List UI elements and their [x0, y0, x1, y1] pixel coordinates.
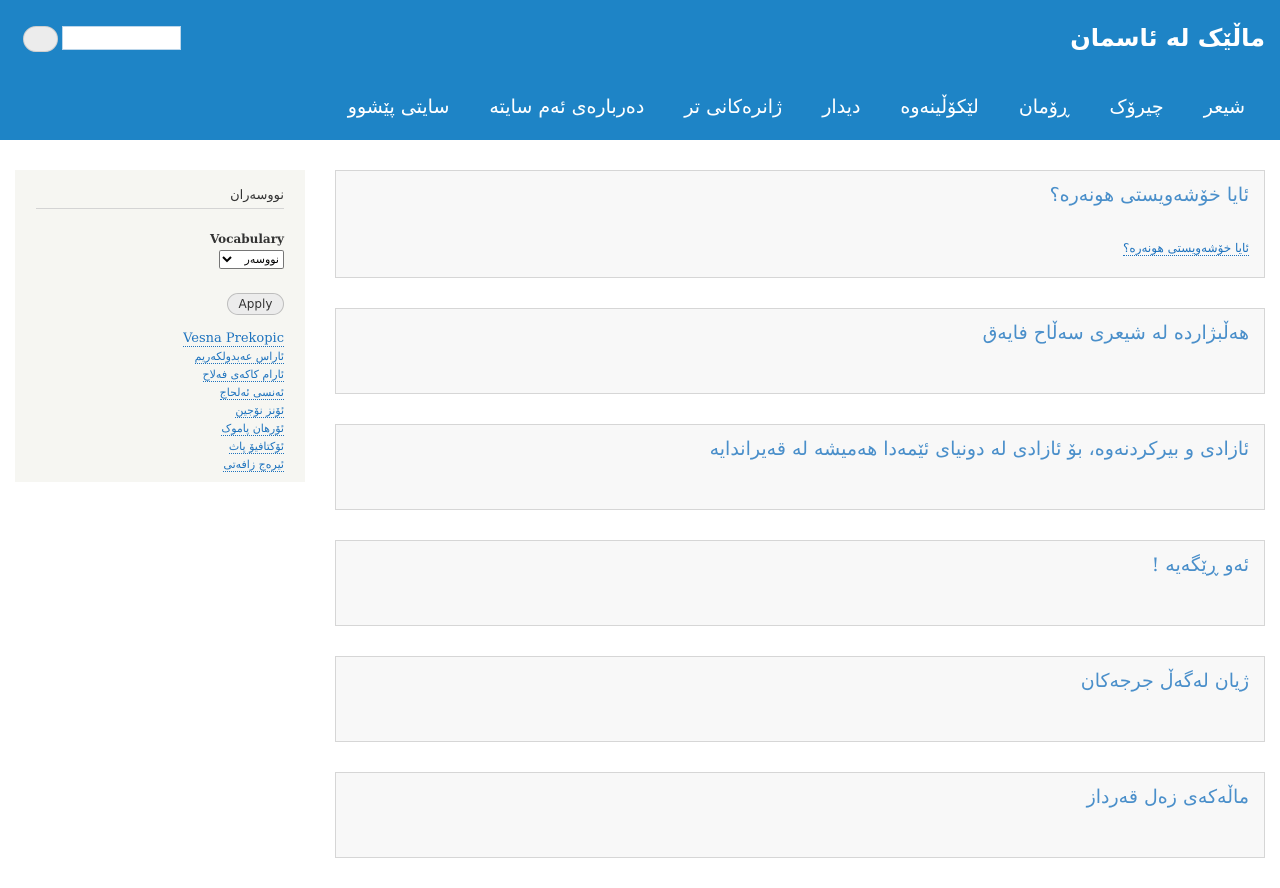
site-header: ماڵێک لە ئاسمان شیعر چیرۆک ڕۆمان لێکۆڵین…	[0, 0, 1280, 140]
post-title[interactable]: ئازادی و بیرکردنەوە، بۆ ئازادی لە دونیای…	[710, 438, 1249, 460]
author-link[interactable]: ئەنسی ئەلحاج	[219, 386, 284, 400]
post-link[interactable]: ئایا خۆشەویستی هونەرە؟	[1123, 241, 1249, 256]
nav-item-previous-site[interactable]: سایتی پێشوو	[328, 80, 470, 134]
post-card: ئەو ڕێگەیە !	[335, 540, 1265, 626]
list-item: ئۆکتافیۆ پاث	[36, 436, 284, 454]
author-link[interactable]: ئاراس عەبدولکەریم	[194, 350, 284, 364]
author-list: Vesna Prekopic ئاراس عەبدولکەریم ئارام ک…	[36, 328, 284, 472]
post-list: ئایا خۆشەویستی هونەرە؟ ئایا خۆشەویستی هو…	[335, 170, 1265, 888]
list-item: ئارام کاکەی فەلاح	[36, 364, 284, 382]
post-title[interactable]: ماڵەکەی زەل قەرداز	[1087, 786, 1249, 808]
search-input[interactable]	[62, 26, 181, 50]
author-link[interactable]: ئارام کاکەی فەلاح	[202, 368, 284, 382]
post-card: ماڵەکەی زەل قەرداز	[335, 772, 1265, 858]
nav-item-story[interactable]: چیرۆک	[1090, 80, 1184, 134]
author-link[interactable]: ئیرەج زافەتی	[223, 458, 284, 472]
list-item: ئاراس عەبدولکەریم	[36, 346, 284, 364]
vocabulary-label: Vocabulary	[209, 232, 284, 246]
vocabulary-row: نووسەر	[36, 248, 284, 269]
nav-item-interview[interactable]: دیدار	[802, 80, 880, 134]
site-title[interactable]: ماڵێک لە ئاسمان	[1070, 24, 1265, 52]
list-item: Vesna Prekopic	[36, 328, 284, 347]
list-item: ئۆرهان پاموک	[36, 418, 284, 436]
post-card: ئازادی و بیرکردنەوە، بۆ ئازادی لە دونیای…	[335, 424, 1265, 510]
post-title[interactable]: هەڵبژاردە لە شیعری سەڵاح فایەق	[983, 322, 1249, 344]
author-link[interactable]: ئۆرهان پاموک	[221, 422, 284, 436]
post-card: ئایا خۆشەویستی هونەرە؟ ئایا خۆشەویستی هو…	[335, 170, 1265, 278]
search-button[interactable]	[23, 26, 58, 52]
post-title[interactable]: ژیان لەگەڵ جرجەکان	[1081, 670, 1249, 692]
post-title[interactable]: ئەو ڕێگەیە !	[1152, 554, 1249, 576]
author-link[interactable]: ئۆنز نۆجین	[235, 404, 284, 418]
apply-row: Apply	[36, 293, 284, 315]
list-item: ئەنسی ئەلحاج	[36, 382, 284, 400]
list-item: ئیرەج زافەتی	[36, 454, 284, 472]
post-card: هەڵبژاردە لە شیعری سەڵاح فایەق	[335, 308, 1265, 394]
list-item: ئۆنز نۆجین	[36, 400, 284, 418]
nav-item-other-genres[interactable]: ژانرەکانی تر	[664, 80, 802, 134]
vocabulary-select[interactable]: نووسەر	[219, 250, 284, 269]
author-link[interactable]: ئۆکتافیۆ پاث	[228, 440, 284, 454]
main-nav: شیعر چیرۆک ڕۆمان لێکۆڵینەوە دیدار ژانرەک…	[328, 80, 1280, 134]
post-card: ژیان لەگەڵ جرجەکان	[335, 656, 1265, 742]
nav-item-research[interactable]: لێکۆڵینەوە	[880, 80, 998, 134]
nav-item-about[interactable]: دەربارەی ئەم سایتە	[469, 80, 664, 134]
post-title[interactable]: ئایا خۆشەویستی هونەرە؟	[1050, 184, 1249, 206]
author-link[interactable]: Vesna Prekopic	[183, 331, 284, 347]
block-title: نووسەران	[36, 188, 284, 209]
nav-item-novel[interactable]: ڕۆمان	[999, 80, 1090, 134]
nav-item-poetry[interactable]: شیعر	[1184, 80, 1280, 134]
apply-button[interactable]: Apply	[227, 293, 284, 315]
authors-block: نووسەران Vocabulary نووسەر Apply Vesna P…	[15, 170, 305, 482]
